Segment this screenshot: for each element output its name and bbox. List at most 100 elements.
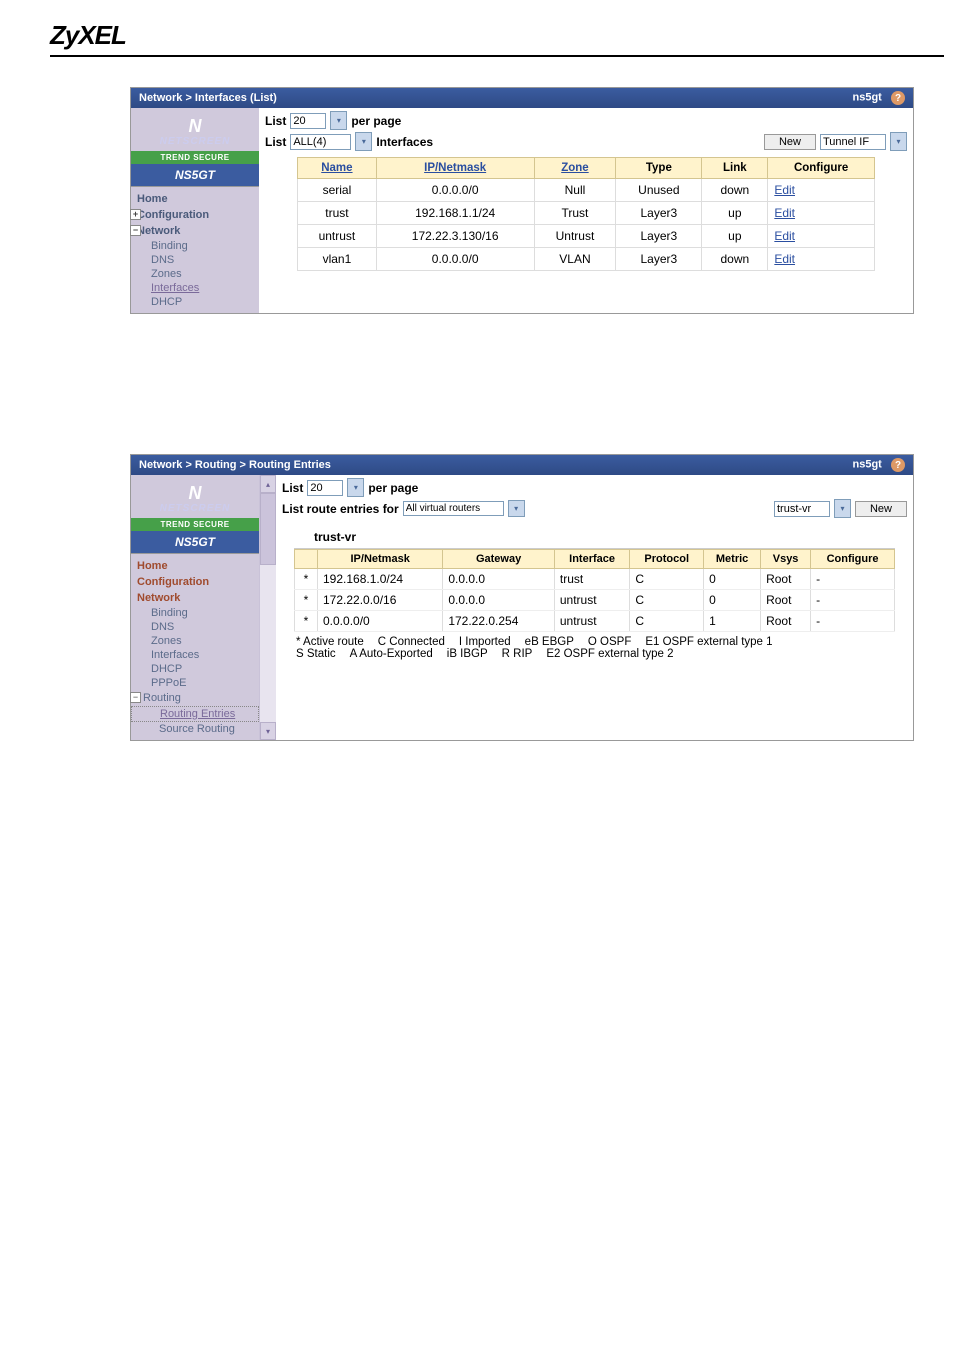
- sidebar-item-network[interactable]: Network: [131, 223, 259, 239]
- cell-gw: 0.0.0.0: [443, 569, 555, 590]
- cell-name: serial: [298, 179, 377, 202]
- scroll-up-icon[interactable]: ▴: [260, 475, 276, 493]
- sidebar-item-dhcp[interactable]: DHCP: [131, 295, 259, 309]
- vr-select[interactable]: [774, 501, 830, 517]
- list-label: List: [282, 481, 303, 495]
- sidebar-item-dns[interactable]: DNS: [131, 620, 259, 634]
- edit-link[interactable]: Edit: [774, 229, 795, 243]
- panel-header: Network > Routing > Routing Entries ns5g…: [131, 455, 913, 475]
- col-gateway: Gateway: [443, 550, 555, 569]
- cell-metric: 0: [704, 569, 761, 590]
- brand-underline: [50, 55, 944, 57]
- sidebar-item-configuration[interactable]: Configuration: [131, 207, 259, 223]
- col-ip: IP/Netmask: [318, 550, 443, 569]
- edit-link[interactable]: Edit: [774, 252, 795, 266]
- list-label: List: [265, 114, 286, 128]
- edit-link[interactable]: Edit: [774, 206, 795, 220]
- netscreen-brand: NETSCREEN: [160, 136, 231, 147]
- cell-iface: untrust: [554, 590, 629, 611]
- sidebar-item-source-routing[interactable]: Source Routing: [131, 722, 259, 736]
- hostname: ns5gt: [852, 459, 881, 471]
- filter-dropdown[interactable]: ▾: [355, 132, 372, 151]
- cell-configure: Edit: [768, 248, 875, 271]
- help-icon[interactable]: ?: [891, 91, 905, 105]
- sidebar-item-interfaces[interactable]: Interfaces: [131, 648, 259, 662]
- new-button[interactable]: New: [855, 501, 907, 517]
- cell-ip: 0.0.0.0/0: [376, 248, 534, 271]
- sidebar: NETSCREEN TREND SECURE NS5GT Home Config…: [131, 108, 259, 313]
- sidebar-item-zones[interactable]: Zones: [131, 634, 259, 648]
- page-size-input[interactable]: [290, 113, 326, 129]
- sidebar-scrollbar[interactable]: ▴ ▾: [259, 475, 276, 740]
- table-row: * 192.168.1.0/24 0.0.0.0 trust C 0 Root …: [295, 569, 895, 590]
- cell-gw: 172.22.0.254: [443, 611, 555, 632]
- cell-ip: 0.0.0.0/0: [318, 611, 443, 632]
- new-button[interactable]: New: [764, 134, 816, 150]
- col-name[interactable]: Name: [298, 158, 377, 179]
- table-row: * 0.0.0.0/0 172.22.0.254 untrust C 1 Roo…: [295, 611, 895, 632]
- sidebar-item-home[interactable]: Home: [131, 191, 259, 207]
- cell-configure: Edit: [768, 179, 875, 202]
- sidebar-item-zones[interactable]: Zones: [131, 267, 259, 281]
- ns-icon: [183, 116, 207, 130]
- cell-mark: *: [295, 611, 318, 632]
- ns-icon: [183, 483, 207, 497]
- per-page-label: per page: [351, 114, 401, 128]
- cell-configure: Edit: [768, 202, 875, 225]
- page-size-dropdown[interactable]: ▾: [347, 478, 364, 497]
- model-badge: NS5GT: [131, 531, 259, 554]
- cell-vsys: Root: [761, 590, 811, 611]
- router-filter-dropdown[interactable]: ▾: [508, 500, 525, 517]
- cell-zone: Null: [534, 179, 616, 202]
- help-icon[interactable]: ?: [891, 458, 905, 472]
- cell-link: up: [702, 225, 768, 248]
- breadcrumb: Network > Interfaces (List): [139, 92, 277, 104]
- col-zone[interactable]: Zone: [534, 158, 616, 179]
- cell-link: down: [702, 179, 768, 202]
- router-filter-select[interactable]: [403, 501, 504, 516]
- cell-name: trust: [298, 202, 377, 225]
- trend-badge: TREND SECURE: [131, 518, 259, 531]
- cell-cfg: -: [811, 569, 895, 590]
- type-dropdown[interactable]: ▾: [890, 132, 907, 151]
- sidebar-item-network[interactable]: Network: [131, 590, 259, 606]
- sidebar-item-routing[interactable]: Routing: [131, 690, 259, 706]
- table-row: serial 0.0.0.0/0 Null Unused down Edit: [298, 179, 875, 202]
- filter-select[interactable]: [290, 134, 351, 150]
- cell-ip: 172.22.3.130/16: [376, 225, 534, 248]
- sidebar-item-binding[interactable]: Binding: [131, 606, 259, 620]
- sidebar-item-binding[interactable]: Binding: [131, 239, 259, 253]
- cell-proto: C: [630, 590, 704, 611]
- cell-iface: trust: [554, 569, 629, 590]
- sidebar-item-interfaces[interactable]: Interfaces: [131, 281, 259, 295]
- sidebar-item-home[interactable]: Home: [131, 558, 259, 574]
- breadcrumb: Network > Routing > Routing Entries: [139, 459, 331, 471]
- interfaces-panel: Network > Interfaces (List) ns5gt ? NETS…: [130, 87, 914, 314]
- scroll-down-icon[interactable]: ▾: [260, 722, 276, 740]
- sidebar-item-dhcp[interactable]: DHCP: [131, 662, 259, 676]
- col-metric: Metric: [704, 550, 761, 569]
- vr-dropdown[interactable]: ▾: [834, 499, 851, 518]
- cell-cfg: -: [811, 611, 895, 632]
- sidebar-item-routing-entries[interactable]: Routing Entries: [131, 706, 259, 722]
- section-label: Interfaces: [376, 135, 433, 149]
- sidebar-item-dns[interactable]: DNS: [131, 253, 259, 267]
- edit-link[interactable]: Edit: [774, 183, 795, 197]
- cell-mark: *: [295, 569, 318, 590]
- cell-name: vlan1: [298, 248, 377, 271]
- cell-iface: untrust: [554, 611, 629, 632]
- cell-gw: 0.0.0.0: [443, 590, 555, 611]
- sidebar-item-configuration[interactable]: Configuration: [131, 574, 259, 590]
- cell-zone: VLAN: [534, 248, 616, 271]
- table-row: vlan1 0.0.0.0/0 VLAN Layer3 down Edit: [298, 248, 875, 271]
- sidebar-item-pppoe[interactable]: PPPoE: [131, 676, 259, 690]
- col-ip[interactable]: IP/Netmask: [376, 158, 534, 179]
- cell-metric: 0: [704, 590, 761, 611]
- page-size-dropdown[interactable]: ▾: [330, 111, 347, 130]
- cell-link: up: [702, 202, 768, 225]
- scroll-thumb[interactable]: [260, 493, 276, 565]
- type-select[interactable]: [820, 134, 886, 150]
- page-size-input[interactable]: [307, 480, 343, 496]
- cell-vsys: Root: [761, 611, 811, 632]
- cell-type: Unused: [616, 179, 702, 202]
